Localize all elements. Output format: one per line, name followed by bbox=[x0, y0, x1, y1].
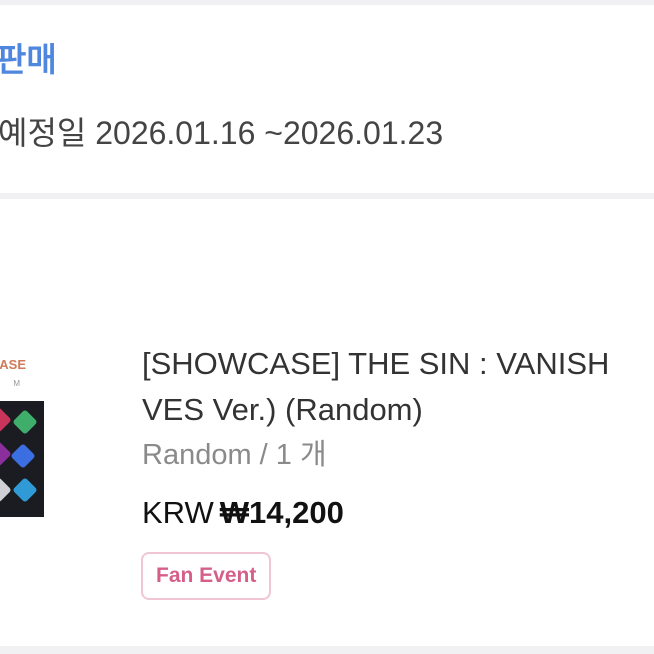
shipping-date-range: 2026.01.16 ~2026.01.23 bbox=[95, 115, 444, 151]
product-name-line1: [SHOWCASE] THE SIN : VANISH bbox=[142, 346, 610, 381]
thumbnail-subtext: M bbox=[13, 379, 20, 388]
cover-tile bbox=[10, 443, 36, 469]
product-thumbnail[interactable]: ASE M bbox=[0, 339, 44, 559]
cover-tile bbox=[12, 409, 38, 435]
fan-event-badge: Fan Event bbox=[141, 552, 272, 600]
sale-title: 판매 bbox=[0, 41, 57, 78]
product-name-line2: VES Ver.) (Random) bbox=[142, 392, 423, 427]
section-heading: 1 bbox=[0, 247, 1, 277]
cover-tile bbox=[0, 477, 12, 503]
shipping-date-line: 예정일 2026.01.16 ~2026.01.23 bbox=[0, 117, 443, 149]
order-items-card: 1 ASE M [SHOWCASE] THE SIN : VANISH VES … bbox=[0, 199, 654, 646]
product-name[interactable]: [SHOWCASE] THE SIN : VANISH VES Ver.) (R… bbox=[142, 341, 654, 433]
price-amount: ₩14,200 bbox=[219, 495, 344, 530]
order-detail-page: 판매 예정일 2026.01.16 ~2026.01.23 1 ASE M [S… bbox=[0, 0, 654, 654]
product-option: Random / 1 개 bbox=[142, 439, 327, 471]
price-currency: KRW bbox=[142, 495, 214, 530]
cover-tile bbox=[0, 441, 12, 467]
sale-info-card: 판매 예정일 2026.01.16 ~2026.01.23 bbox=[0, 5, 654, 193]
cover-tile bbox=[0, 407, 12, 433]
thumbnail-text: ASE bbox=[0, 357, 26, 372]
product-price: KRW ₩14,200 bbox=[142, 497, 344, 528]
cover-tile bbox=[12, 477, 38, 503]
album-cover-art bbox=[0, 401, 44, 517]
shipping-date-label: 예정일 bbox=[0, 115, 87, 151]
